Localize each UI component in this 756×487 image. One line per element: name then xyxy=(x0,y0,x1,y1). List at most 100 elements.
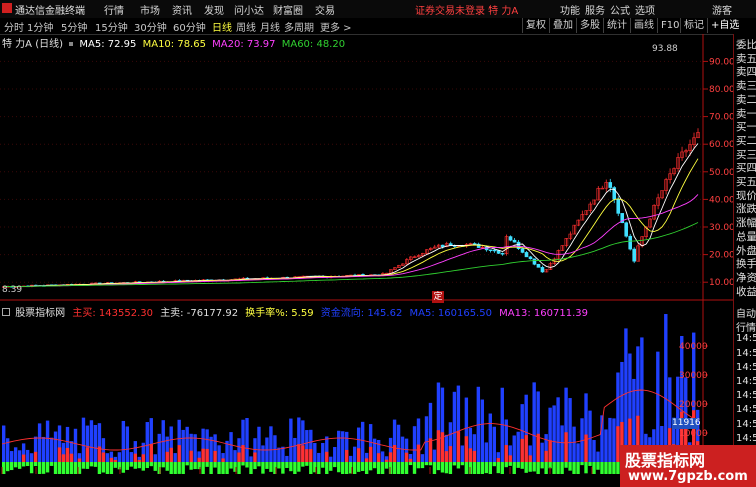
login-status[interactable]: 证券交易未登录 特 力A xyxy=(415,2,518,17)
sell-flow-bar xyxy=(580,462,584,466)
sell-flow-bar xyxy=(209,462,213,474)
tool-overlay[interactable]: 叠加 xyxy=(549,18,576,33)
indicator-name[interactable]: 股票指标网 xyxy=(15,308,65,319)
period-1min[interactable]: 1分钟 xyxy=(27,19,53,34)
menu-news[interactable]: 资讯 xyxy=(172,2,192,17)
menu-trade[interactable]: 交易 xyxy=(315,2,335,17)
buy-flow-bar xyxy=(145,422,149,462)
buy-flow-bar xyxy=(17,450,22,462)
sell-flow-bar xyxy=(564,462,568,468)
sell-flow-bar xyxy=(356,462,361,472)
period-weekly[interactable]: 周线 xyxy=(236,19,256,34)
menu-formula[interactable]: 公式 xyxy=(610,2,630,17)
menu-guest[interactable]: 游客 xyxy=(712,2,732,17)
sell-flow-bar xyxy=(229,462,233,469)
menu-market[interactable]: 市场 xyxy=(140,2,160,17)
buy-flow-bar xyxy=(261,445,265,462)
buy-flow-bar xyxy=(492,426,496,462)
menu-discover[interactable]: 发现 xyxy=(204,2,224,17)
sell-flow-bar xyxy=(608,462,612,474)
period-daily[interactable]: 日线 xyxy=(212,19,232,34)
watermark-title: 股票指标网 xyxy=(625,451,706,470)
sell-flow-bar xyxy=(193,462,197,470)
sell-flow-bar xyxy=(25,462,30,466)
buy-flow-bar xyxy=(560,425,564,462)
period-more[interactable]: 更多 > xyxy=(320,19,352,34)
sell-flow-bar xyxy=(81,462,86,469)
period-15min[interactable]: 15分钟 xyxy=(95,19,128,34)
sell-flow-bar xyxy=(568,462,572,471)
tool-draw[interactable]: 画线 xyxy=(630,18,657,33)
tick-list-item[interactable]: 14:5 xyxy=(736,419,756,430)
main-buy-bar xyxy=(325,451,329,462)
indicator-settings-icon[interactable] xyxy=(2,308,10,316)
sell-flow-bar xyxy=(536,462,540,474)
sell-flow-bar xyxy=(400,462,405,474)
buy-flow-bar xyxy=(125,426,130,462)
sell-flow-bar xyxy=(396,462,401,474)
buy-flow-bar xyxy=(460,445,465,462)
tool-add-watchlist[interactable]: +自选 xyxy=(707,18,742,33)
sell-flow-bar xyxy=(508,462,512,466)
tick-list-item[interactable]: 14:5 xyxy=(736,376,756,387)
tick-list-item[interactable]: 14:5 xyxy=(736,362,756,373)
menu-caifuquan[interactable]: 财富圈 xyxy=(273,2,303,17)
main-buy-bar xyxy=(141,454,145,462)
tool-f10[interactable]: F10 xyxy=(657,18,682,33)
candle-body xyxy=(500,253,505,255)
sell-flow-bar xyxy=(169,462,173,474)
menu-options[interactable]: 选项 xyxy=(635,2,655,17)
candle-body xyxy=(532,258,537,265)
sell-flow-bar xyxy=(556,462,560,474)
sell-flow-bar xyxy=(380,462,385,474)
chart-canvas[interactable]: 90.00 80.00 70.00 60.00 50.00 40.00 30.00 20.00… xyxy=(0,34,733,474)
tool-fuquan[interactable]: 复权 xyxy=(522,18,549,33)
flag-marker[interactable]: 定 xyxy=(432,291,444,303)
sell-flow-bar xyxy=(337,462,341,473)
tool-mark[interactable]: 标记 xyxy=(680,18,707,33)
tick-list-item[interactable]: 14:5 xyxy=(736,433,756,444)
period-5min[interactable]: 5分钟 xyxy=(61,19,87,34)
menu-wenxiaoda[interactable]: 问小达 xyxy=(234,2,264,17)
sell-flow-bar xyxy=(65,462,70,474)
tick-list-item[interactable]: 行情 xyxy=(736,319,756,334)
sell-flow-bar xyxy=(492,462,496,467)
period-60min[interactable]: 60分钟 xyxy=(173,19,206,34)
main-buy-bar xyxy=(221,458,225,462)
buy-flow-bar xyxy=(604,429,608,462)
tool-stats[interactable]: 统计 xyxy=(603,18,630,33)
buy-flow-bar xyxy=(45,420,50,462)
tick-list-item[interactable]: 自动 xyxy=(736,305,756,320)
buy-flow-bar xyxy=(640,337,644,462)
buy-flow-bar xyxy=(217,445,221,462)
sell-flow-bar xyxy=(368,462,373,471)
main-buy-bar xyxy=(205,448,209,462)
price-axis: 90.00 80.00 70.00 60.00 50.00 40.00 30.00 20.00… xyxy=(703,57,733,288)
tick-list-item[interactable]: 14:5 xyxy=(736,390,756,401)
buy-flow-bar xyxy=(572,426,576,462)
candle-body xyxy=(524,252,529,258)
sell-flow-bar xyxy=(17,462,22,469)
period-30min[interactable]: 30分钟 xyxy=(134,19,167,34)
tick-list-item[interactable]: 14:5 xyxy=(736,333,756,344)
tool-multistock[interactable]: 多股 xyxy=(576,18,603,33)
menu-function[interactable]: 功能 xyxy=(560,2,580,17)
indicator-tick-label: 30000 xyxy=(679,371,708,381)
sell-flow-bar xyxy=(592,462,596,474)
period-monthly[interactable]: 月线 xyxy=(260,19,280,34)
chart-grid xyxy=(0,60,703,283)
menu-quotes[interactable]: 行情 xyxy=(104,2,124,17)
tick-list-item[interactable]: 14:5 xyxy=(736,348,756,359)
period-timeshare[interactable]: 分时 xyxy=(4,19,24,34)
period-multi[interactable]: 多周期 xyxy=(284,19,314,34)
quote-field-label[interactable]: 收益 xyxy=(736,284,756,299)
menu-service[interactable]: 服务 xyxy=(585,2,605,17)
tick-list-item[interactable]: 14:5 xyxy=(736,404,756,415)
buy-flow-bar xyxy=(512,435,516,462)
main-buy-bar xyxy=(508,455,512,462)
sell-flow-bar xyxy=(189,462,193,470)
sell-flow-bar xyxy=(101,462,106,473)
menu-bar: 通达信金融终端 行情 市场 资讯 发现 问小达 财富圈 交易 证券交易未登录 特… xyxy=(0,0,756,19)
price-tick-label: 40.00 xyxy=(709,195,733,205)
sell-flow-bar xyxy=(109,462,114,474)
